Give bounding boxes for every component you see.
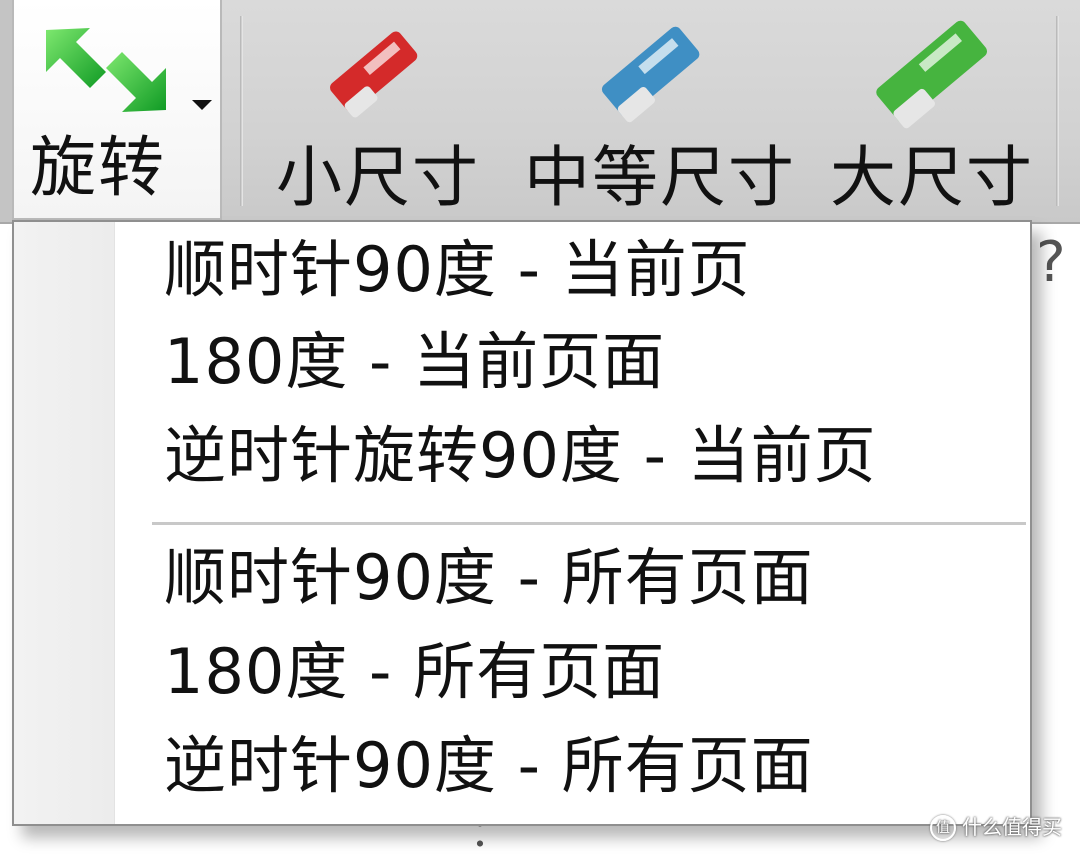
ribbon-edge bbox=[0, 0, 12, 222]
rotate-label: 旋转 bbox=[30, 129, 166, 206]
large-size-label: 大尺寸 bbox=[830, 139, 1034, 216]
menu-item-rotate-180-current[interactable]: 180度 - 当前页面 bbox=[164, 322, 665, 402]
rotate-dropdown-menu: 顺时针90度 - 当前页 180度 - 当前页面 逆时针旋转90度 - 当前页 … bbox=[12, 220, 1032, 826]
menu-item-rotate-180-all[interactable]: 180度 - 所有页面 bbox=[164, 632, 665, 712]
page-text-fragment: ? bbox=[1036, 230, 1066, 295]
menu-item-rotate-ccw-current[interactable]: 逆时针旋转90度 - 当前页 bbox=[164, 416, 877, 496]
menu-icon-gutter bbox=[14, 222, 115, 824]
menu-item-rotate-cw-all[interactable]: 顺时针90度 - 所有页面 bbox=[164, 538, 814, 618]
eraser-large-icon bbox=[876, 20, 987, 129]
menu-item-rotate-cw-current[interactable]: 顺时针90度 - 当前页 bbox=[164, 230, 751, 310]
small-size-label: 小尺寸 bbox=[276, 139, 480, 216]
chevron-down-icon[interactable] bbox=[192, 100, 212, 110]
menu-item-rotate-ccw-all[interactable]: 逆时针90度 - 所有页面 bbox=[164, 726, 814, 806]
large-size-button[interactable]: 大尺寸 bbox=[826, 0, 1036, 220]
eraser-medium-icon bbox=[601, 26, 700, 123]
ribbon-separator bbox=[240, 16, 243, 206]
small-size-button[interactable]: 小尺寸 bbox=[268, 0, 478, 220]
eraser-small-icon bbox=[330, 31, 418, 118]
watermark-logo-icon: 值 bbox=[930, 815, 956, 841]
ribbon-separator bbox=[1056, 16, 1059, 206]
menu-separator bbox=[152, 522, 1026, 526]
watermark: 值什么值得买 bbox=[930, 811, 1062, 841]
rotate-button[interactable]: 旋转 bbox=[12, 0, 222, 220]
watermark-text: 什么值得买 bbox=[962, 814, 1062, 839]
medium-size-button[interactable]: 中等尺寸 bbox=[520, 0, 794, 220]
medium-size-label: 中等尺寸 bbox=[524, 139, 796, 216]
ribbon-toolbar: 旋转 小尺寸 中等尺寸 大尺寸 bbox=[0, 0, 1080, 224]
rotate-arrows-icon bbox=[46, 28, 166, 112]
